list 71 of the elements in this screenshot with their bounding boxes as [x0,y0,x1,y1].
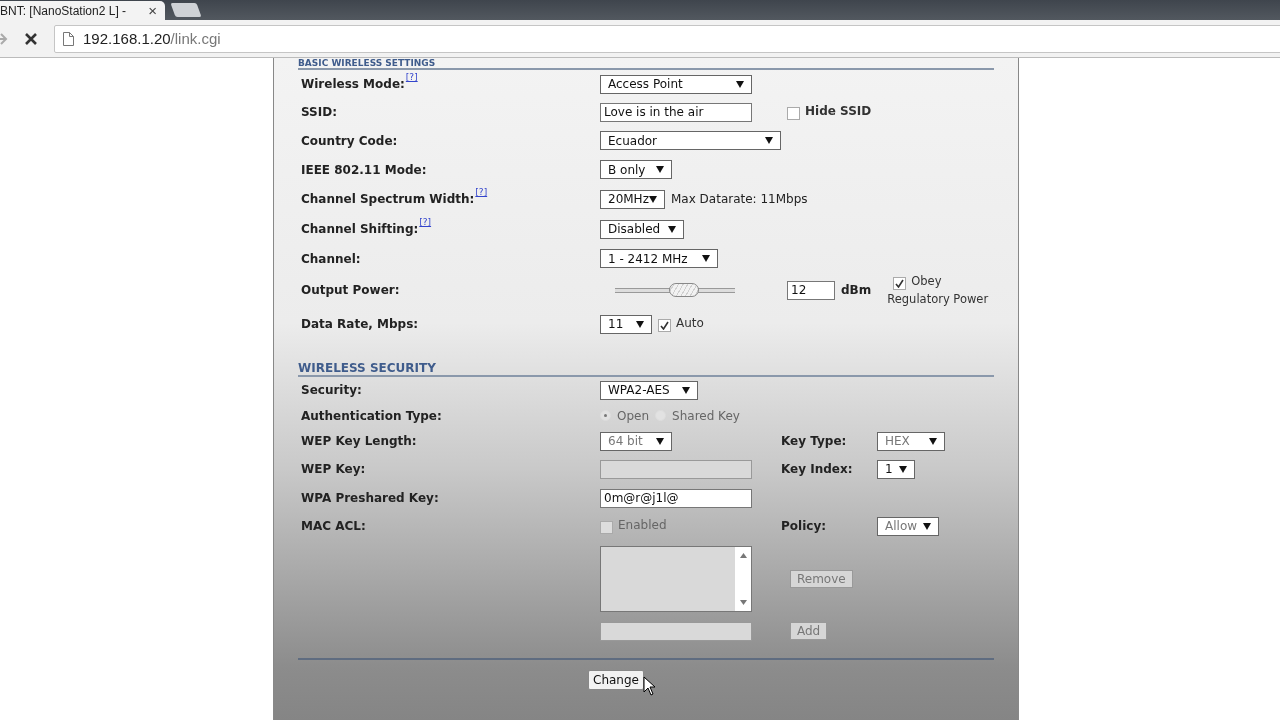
checkbox[interactable] [658,319,671,332]
text-field[interactable]: 0m@r@j1l@ [600,488,752,508]
field-label: MAC ACL: [301,519,366,533]
text-field[interactable]: Love is in the air [600,102,752,122]
browser-tab[interactable]: BNT: [NanoStation2 L] - × [0,1,165,20]
checkbox[interactable] [893,277,907,290]
help-link[interactable]: [?] [419,217,432,227]
checkbox-label: Hide SSID [805,104,872,118]
field-label: Channel: [301,251,361,266]
radio-label: Shared Key [672,408,740,423]
change-button[interactable]: Change [588,670,644,690]
field-label: WPA Preshared Key: [301,491,439,505]
page-icon [63,31,74,46]
caret-icon [736,80,744,88]
caret-icon [923,522,931,530]
field-label: Key Type: [781,434,847,448]
dropdown[interactable]: Ecuador [600,131,781,150]
caret-icon [929,437,937,445]
dropdown[interactable]: Disabled [600,219,684,239]
section-title: BASIC WIRELESS SETTINGS [298,58,436,68]
dropdown[interactable]: B only [600,160,672,179]
dropdown[interactable]: 1 - 2412 MHz [600,249,718,268]
caret-icon [656,437,664,445]
dropdown[interactable]: 11 [600,314,652,334]
caret-icon [656,166,664,173]
datarate-text: Max Datarate: 11Mbps [670,192,808,206]
field-label: Channel Spectrum Width: [301,192,475,206]
cursor-icon [643,676,656,696]
field-label: Policy: [781,519,826,533]
checkmark-icon [660,321,669,330]
caret-icon [668,225,676,233]
address-bar[interactable]: 192.168.1.20/link.cgi [54,24,1280,53]
caret-icon [765,137,773,144]
checkbox-label: Enabled [618,518,667,532]
field-label: Channel Shifting: [301,222,419,236]
slider-thumb[interactable] [669,283,699,297]
unit-label: dBm [841,283,872,297]
help-link[interactable]: [?] [405,72,418,82]
dropdown[interactable]: 1 [877,459,915,479]
caret-icon [682,386,690,394]
caret-icon [636,320,644,328]
field-label: Authentication Type: [301,408,442,423]
field-label: Country Code: [301,133,398,148]
checkmark-icon [895,279,905,288]
dropdown[interactable]: WPA2-AES [600,380,698,400]
close-tab-button[interactable]: × [148,2,157,19]
field-label: SSID: [301,105,337,119]
field-label: Key Index: [781,462,853,476]
checkbox[interactable] [787,107,800,120]
field-label: WEP Key: [301,462,366,476]
stop-icon[interactable] [24,31,38,46]
field-label: IEEE 802.11 Mode: [301,162,427,177]
radio-label: Open [617,408,650,423]
field-label: Security: [301,383,362,397]
dropdown[interactable]: 20MHz [600,189,665,209]
caret-icon [702,255,710,262]
help-link[interactable]: [?] [475,187,488,197]
field-label: WEP Key Length: [301,434,417,448]
text-field[interactable]: 12 [787,280,835,300]
new-tab-button[interactable] [170,3,202,17]
caret-icon [648,195,657,203]
checkbox-label: Obey [911,274,942,288]
forward-arrow-icon[interactable] [0,31,8,46]
checkbox-label: Auto [676,316,704,330]
caret-icon [899,465,907,473]
field-label: Data Rate, Mbps: [301,317,419,331]
dropdown[interactable]: Access Point [600,74,752,94]
field-label: Wireless Mode: [301,77,405,91]
field-label: Output Power: [301,283,400,297]
checkbox-label: Regulatory Power [887,292,989,306]
section-title: WIRELESS SECURITY [298,361,436,375]
